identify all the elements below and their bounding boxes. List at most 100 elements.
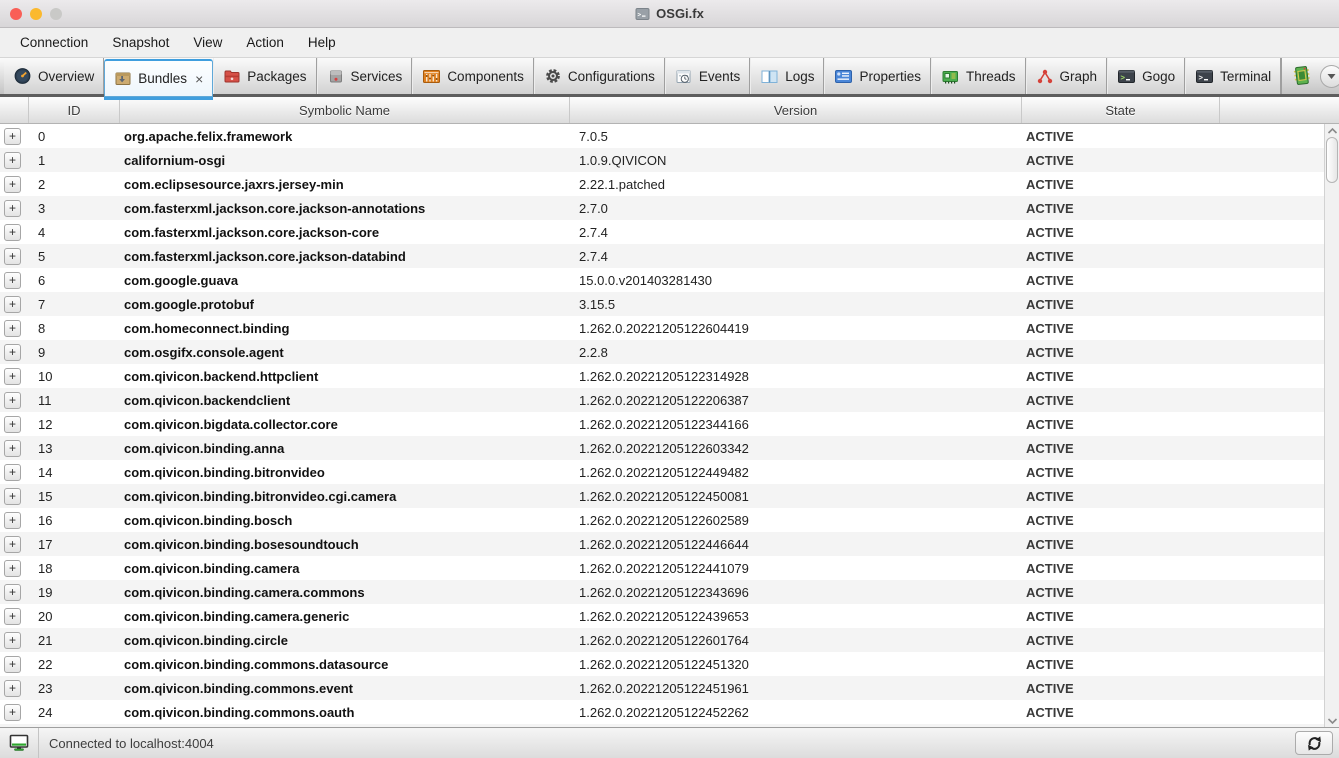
- table-row[interactable]: +7 com.google.protobuf 3.15.5 ACTIVE: [0, 292, 1324, 316]
- tab-bundles[interactable]: Bundles ×: [104, 59, 214, 97]
- menu-help[interactable]: Help: [308, 35, 336, 50]
- table-row[interactable]: +11 com.qivicon.backendclient 1.262.0.2022…: [0, 388, 1324, 412]
- tab-graph[interactable]: Graph: [1025, 58, 1108, 94]
- bundle-id: 1: [38, 152, 46, 168]
- packages-folder-icon: [223, 68, 241, 85]
- table-row[interactable]: +21 com.qivicon.binding.circle 1.262.0.202…: [0, 628, 1324, 652]
- expand-row-button[interactable]: +: [4, 655, 21, 673]
- zoom-window-button[interactable]: [50, 7, 62, 20]
- scrollbar-track[interactable]: [1325, 137, 1339, 714]
- expand-row-button[interactable]: +: [4, 367, 21, 385]
- bundles-package-icon: [114, 70, 132, 87]
- column-header-version[interactable]: Version: [570, 97, 1022, 123]
- tab-services[interactable]: Services: [316, 58, 413, 94]
- tab-overview[interactable]: Overview: [4, 58, 105, 94]
- bundle-id: 18: [38, 560, 53, 576]
- expand-row-button[interactable]: +: [4, 583, 21, 601]
- bundle-version: 7.0.5: [579, 128, 608, 144]
- configurations-gear-icon: [544, 67, 562, 85]
- expand-row-button[interactable]: +: [4, 175, 21, 193]
- tab-gogo[interactable]: > Gogo: [1107, 58, 1186, 94]
- expand-row-button[interactable]: +: [4, 199, 21, 217]
- table-row[interactable]: +2 com.eclipsesource.jaxrs.jersey-min 2.22…: [0, 172, 1324, 196]
- close-window-button[interactable]: [10, 7, 22, 20]
- expand-row-button[interactable]: +: [4, 679, 21, 697]
- bundle-symbolic-name: com.google.guava: [124, 272, 239, 288]
- expand-row-button[interactable]: +: [4, 247, 21, 265]
- table-row[interactable]: +14 com.qivicon.binding.bitronvideo 1.262.…: [0, 460, 1324, 484]
- expand-row-button[interactable]: +: [4, 511, 21, 529]
- expand-row-button[interactable]: +: [4, 271, 21, 289]
- table-row[interactable]: +22 com.qivicon.binding.commons.datasourc…: [0, 652, 1324, 676]
- column-header-name[interactable]: Symbolic Name: [120, 97, 570, 123]
- expand-row-button[interactable]: +: [4, 151, 21, 169]
- table-row[interactable]: +23 com.qivicon.binding.commons.event 1.26…: [0, 676, 1324, 700]
- table-row[interactable]: +10 com.qivicon.backend.httpclient 1.262.0…: [0, 364, 1324, 388]
- minimize-window-button[interactable]: [30, 7, 42, 20]
- table-row[interactable]: +18 com.qivicon.binding.camera 1.262.0.202…: [0, 556, 1324, 580]
- table-row[interactable]: +13 com.qivicon.binding.anna 1.262.0.20221…: [0, 436, 1324, 460]
- tab-properties[interactable]: Properties: [824, 58, 932, 94]
- expand-row-button[interactable]: +: [4, 319, 21, 337]
- menu-view[interactable]: View: [193, 35, 222, 50]
- tab-events[interactable]: Events: [664, 58, 751, 94]
- tab-configurations[interactable]: Configurations: [533, 58, 665, 94]
- expand-row-button[interactable]: +: [4, 535, 21, 553]
- table-row[interactable]: +20 com.qivicon.binding.camera.generic 1.2…: [0, 604, 1324, 628]
- scroll-up-arrow-icon[interactable]: [1325, 124, 1339, 137]
- scroll-down-arrow-icon[interactable]: [1325, 714, 1339, 727]
- table-row[interactable]: +8 com.homeconnect.binding 1.262.0.2022120…: [0, 316, 1324, 340]
- expand-row-button[interactable]: +: [4, 487, 21, 505]
- menu-snapshot[interactable]: Snapshot: [112, 35, 169, 50]
- table-row[interactable]: +17 com.qivicon.binding.bosesoundtouch 1.2…: [0, 532, 1324, 556]
- table-row[interactable]: +24 com.qivicon.binding.commons.oauth 1.26…: [0, 700, 1324, 724]
- bundle-id: 13: [38, 440, 53, 456]
- table-row[interactable]: +15 com.qivicon.binding.bitronvideo.cgi.c…: [0, 484, 1324, 508]
- expand-row-button[interactable]: +: [4, 223, 21, 241]
- expand-row-button[interactable]: +: [4, 463, 21, 481]
- bundle-symbolic-name: californium-osgi: [124, 152, 226, 168]
- expand-row-button[interactable]: +: [4, 295, 21, 313]
- expand-row-button[interactable]: +: [4, 343, 21, 361]
- menu-action[interactable]: Action: [246, 35, 284, 50]
- table-row[interactable]: +12 com.qivicon.bigdata.collector.core 1.2…: [0, 412, 1324, 436]
- bundle-version: 2.7.0: [579, 200, 608, 216]
- refresh-button[interactable]: [1295, 731, 1333, 755]
- table-row[interactable]: +1 californium-osgi 1.0.9.QIVICON ACTIVE: [0, 148, 1324, 172]
- bundle-id: 0: [38, 128, 46, 144]
- column-header-state[interactable]: State: [1022, 97, 1220, 123]
- expand-row-button[interactable]: +: [4, 439, 21, 457]
- expand-row-button[interactable]: +: [4, 559, 21, 577]
- table-row[interactable]: +: [0, 724, 1324, 727]
- table-row[interactable]: +6 com.google.guava 15.0.0.v201403281430 AC…: [0, 268, 1324, 292]
- row-expander-cell: +: [0, 223, 29, 241]
- row-expander-cell: +: [0, 319, 29, 337]
- table-row[interactable]: +19 com.qivicon.binding.camera.commons 1.2…: [0, 580, 1324, 604]
- bundle-symbolic-name: com.qivicon.binding.camera.commons: [124, 584, 365, 600]
- table-row[interactable]: +4 com.fasterxml.jackson.core.jackson-cor…: [0, 220, 1324, 244]
- tab-components[interactable]: Components: [412, 58, 534, 94]
- expand-row-button[interactable]: +: [4, 391, 21, 409]
- tab-overflow-chevron-down-button[interactable]: [1320, 64, 1339, 88]
- column-header-id[interactable]: ID: [29, 97, 120, 123]
- table-row[interactable]: +9 com.osgifx.console.agent 2.2.8 ACTIVE: [0, 340, 1324, 364]
- bundle-symbolic-name: com.qivicon.binding.bitronvideo: [124, 464, 325, 480]
- table-row[interactable]: +16 com.qivicon.binding.bosch 1.262.0.2022…: [0, 508, 1324, 532]
- tab-logs[interactable]: Logs: [750, 58, 825, 94]
- vertical-scrollbar[interactable]: [1324, 124, 1339, 727]
- tab-packages[interactable]: Packages: [213, 58, 317, 94]
- table-row[interactable]: +0 org.apache.felix.framework 7.0.5 ACTIVE: [0, 124, 1324, 148]
- agent-chip-button[interactable]: [1288, 62, 1316, 90]
- expand-row-button[interactable]: +: [4, 703, 21, 721]
- tab-threads[interactable]: Threads: [931, 58, 1026, 94]
- expand-row-button[interactable]: +: [4, 631, 21, 649]
- table-row[interactable]: +5 com.fasterxml.jackson.core.jackson-dat…: [0, 244, 1324, 268]
- expand-row-button[interactable]: +: [4, 415, 21, 433]
- scrollbar-thumb[interactable]: [1326, 137, 1338, 183]
- table-row[interactable]: +3 com.fasterxml.jackson.core.jackson-ann…: [0, 196, 1324, 220]
- tab-close-icon[interactable]: ×: [195, 71, 203, 87]
- expand-row-button[interactable]: +: [4, 607, 21, 625]
- tab-terminal[interactable]: > Terminal: [1185, 58, 1282, 94]
- expand-row-button[interactable]: +: [4, 127, 21, 145]
- menu-connection[interactable]: Connection: [20, 35, 88, 50]
